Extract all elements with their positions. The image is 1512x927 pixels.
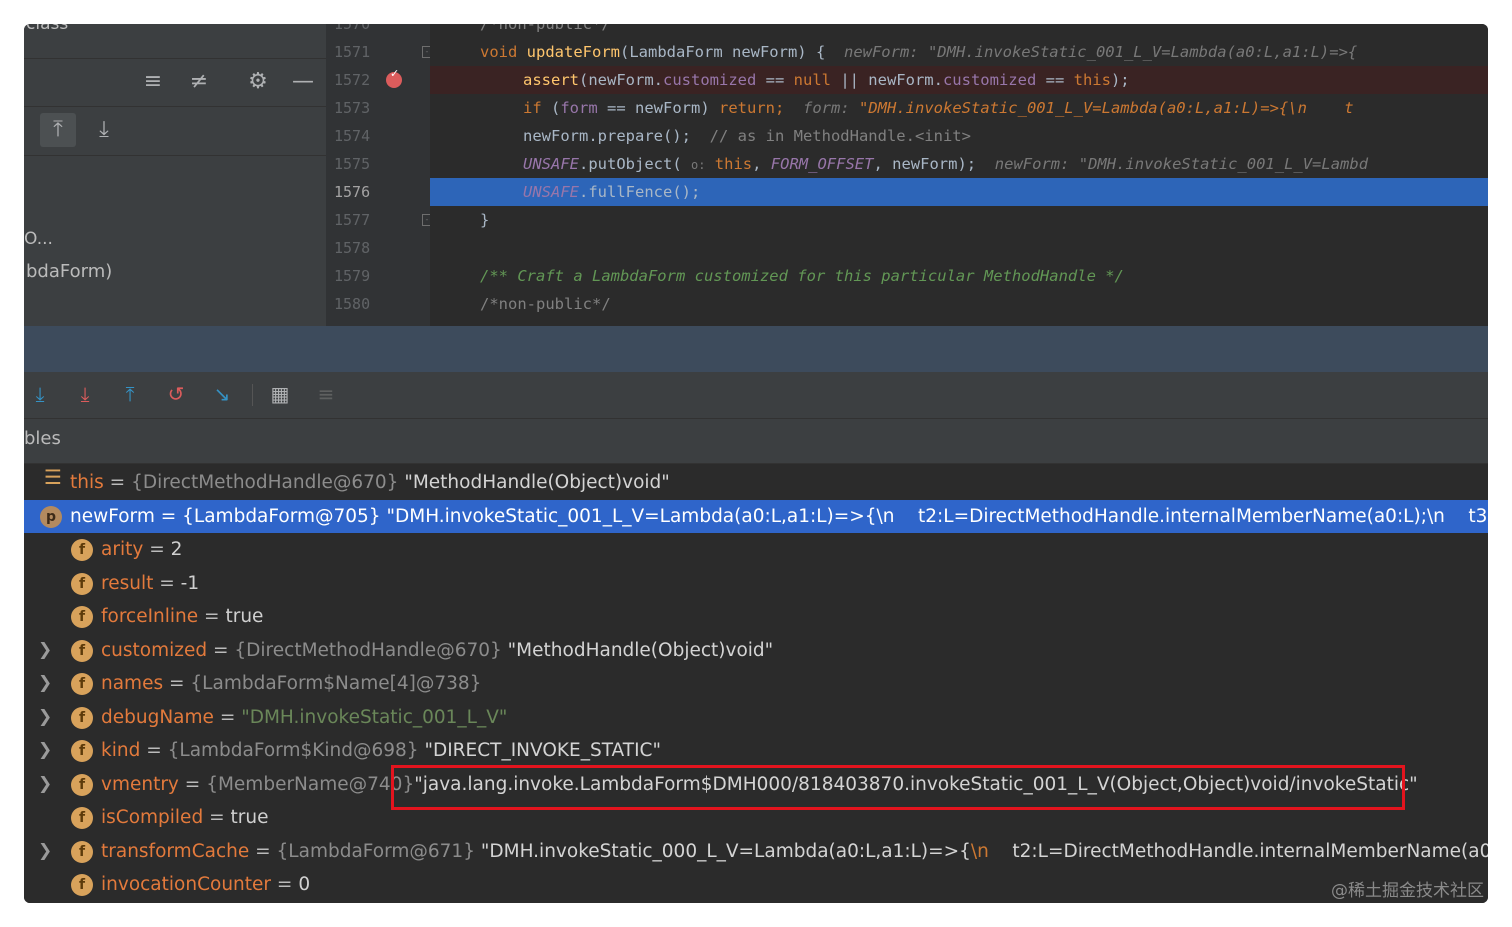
variable-row[interactable]: ❯ f names = {LambdaForm$Name[4]@738} <box>24 667 1488 701</box>
ide-window: class ≡ ≠ ⚙ — ⤒ ⤓ O... bdaForm) 1570 157… <box>24 24 1488 903</box>
step-over-icon[interactable]: ⤓ <box>28 382 52 406</box>
step-out-icon[interactable]: ⤒ <box>118 382 142 406</box>
line-gutter[interactable]: 1570 1571- 1572 ✓ 1573 1574 1575 1576 157… <box>326 24 432 326</box>
code-line: newForm.prepare(); // as in MethodHandle… <box>523 127 971 145</box>
variable-row[interactable]: f invocationCounter = 0 <box>24 868 1488 902</box>
code-editor[interactable]: /*non-public*/ void updateForm(LambdaFor… <box>430 24 1488 326</box>
collapse-all-icon[interactable]: ≠ <box>186 69 212 95</box>
line-number: 1580 <box>334 295 371 313</box>
panel-label: class <box>26 24 69 34</box>
chevron-right-icon[interactable]: ❯ <box>38 667 52 700</box>
code-line: /*non-public*/ <box>480 24 611 33</box>
chevron-right-icon[interactable]: ❯ <box>38 634 52 667</box>
variable-row[interactable]: f arity = 2 <box>24 533 1488 567</box>
variables-header: bles <box>24 419 1488 464</box>
debugger-toolbar: ⤓ ⤓ ⤒ ↺ ↘ ▦ ≡ <box>24 372 1488 419</box>
field-icon: f <box>71 639 93 662</box>
debug-tab-bar <box>24 326 1488 372</box>
toolbar-separator <box>252 384 253 406</box>
field-icon: f <box>71 673 93 695</box>
line-number-current: 1576 <box>334 183 371 201</box>
sort-up-icon[interactable]: ⤒ <box>40 113 76 147</box>
code-line: /*non-public*/ <box>480 295 611 313</box>
variable-row[interactable]: ❯ f transformCache = {LambdaForm@671} "D… <box>24 835 1488 869</box>
code-line: void updateForm(LambdaForm newForm) { ne… <box>480 43 1358 61</box>
panel-toolbar: ≡ ≠ ⚙ — <box>24 58 326 107</box>
variable-row[interactable]: ❯ f kind = {LambdaForm$Kind@698} "DIRECT… <box>24 734 1488 768</box>
breakpoint-line: assert(newForm.customized == null || new… <box>430 66 1488 94</box>
line-number: 1570 <box>334 24 371 33</box>
chevron-right-icon[interactable]: ❯ <box>38 701 52 734</box>
field-icon: f <box>71 773 93 796</box>
code-line: UNSAFE.putObject( o: this, FORM_OFFSET, … <box>523 155 1369 173</box>
chevron-right-icon[interactable]: ❯ <box>38 768 52 801</box>
field-icon: f <box>71 706 93 729</box>
highlight-annotation-box <box>391 765 1405 810</box>
field-icon: f <box>71 740 93 762</box>
run-to-cursor-icon[interactable]: ↘ <box>210 382 234 406</box>
code-line: /** Craft a LambdaForm customized for th… <box>480 267 1124 285</box>
watermark: @稀土掘金技术社区 <box>1331 881 1484 901</box>
sort-down-icon[interactable]: ⤓ <box>91 117 117 143</box>
evaluate-expression-icon[interactable]: ▦ <box>268 382 292 406</box>
gear-icon[interactable]: ⚙ <box>245 69 271 95</box>
expand-all-icon[interactable]: ≡ <box>140 69 166 95</box>
variable-row[interactable]: f forceInline = true <box>24 600 1488 634</box>
field-icon: f <box>71 539 93 561</box>
chevron-right-icon[interactable]: ❯ <box>38 835 52 868</box>
frame-item[interactable]: bdaForm) <box>26 261 112 282</box>
code-line: } <box>480 211 490 229</box>
chevron-right-icon[interactable]: ❯ <box>38 734 52 767</box>
check-icon: ✓ <box>390 67 400 80</box>
line-number: 1571 <box>334 43 371 61</box>
code-line: if (form == newForm) return; form: "DMH.… <box>523 99 1354 117</box>
line-number: 1574 <box>334 127 371 145</box>
line-number: 1575 <box>334 155 371 173</box>
panel-toolbar-secondary: ⤒ ⤓ <box>24 106 326 156</box>
variable-row[interactable]: ☰ this = {DirectMethodHandle@670} "Metho… <box>24 466 1488 500</box>
variable-row[interactable]: f result = -1 <box>24 567 1488 601</box>
list-icon: ☰ <box>44 466 62 489</box>
variable-row[interactable]: ❯ f debugName = "DMH.invokeStatic_001_L_… <box>24 701 1488 735</box>
field-icon: f <box>71 840 93 863</box>
variables-tree[interactable]: ☰ this = {DirectMethodHandle@670} "Metho… <box>24 464 1488 903</box>
field-icon: f <box>71 606 93 628</box>
field-icon: f <box>71 807 93 829</box>
frame-item[interactable]: O... <box>24 229 53 249</box>
variables-title: bles <box>24 428 61 449</box>
trace-stream-icon[interactable]: ≡ <box>314 382 338 406</box>
variable-row[interactable]: ❯ f customized = {DirectMethodHandle@670… <box>24 634 1488 668</box>
force-step-into-icon[interactable]: ⤓ <box>73 382 97 406</box>
drop-frame-icon[interactable]: ↺ <box>164 382 188 406</box>
parameter-icon: p <box>40 505 62 528</box>
line-number: 1578 <box>334 239 371 257</box>
line-number: 1579 <box>334 267 371 285</box>
structure-panel: class ≡ ≠ ⚙ — ⤒ ⤓ O... bdaForm) <box>24 24 326 326</box>
execution-line: UNSAFE.fullFence(); <box>430 178 1488 206</box>
line-number: 1573 <box>334 99 371 117</box>
field-icon: f <box>71 572 93 595</box>
variable-row-selected[interactable]: p newForm = {LambdaForm@705} "DMH.invoke… <box>24 499 1488 533</box>
minimize-icon[interactable]: — <box>290 69 316 95</box>
line-number: 1577 <box>334 211 371 229</box>
field-icon: f <box>71 874 93 896</box>
line-number: 1572 <box>334 71 371 89</box>
